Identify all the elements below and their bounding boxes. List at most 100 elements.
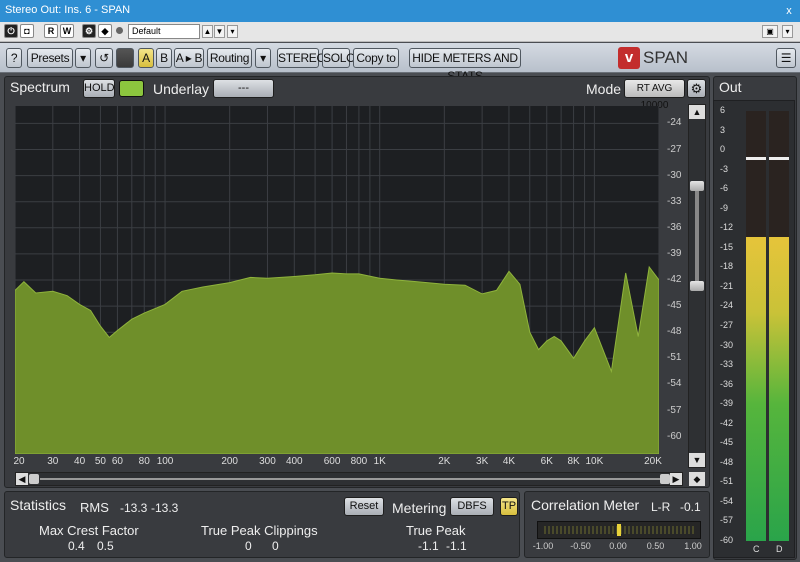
meter-tick-label: -15 bbox=[720, 241, 734, 252]
meter-tick-label: 0 bbox=[720, 144, 726, 155]
next-preset-icon[interactable]: ▼ bbox=[214, 25, 225, 38]
redo-icon[interactable] bbox=[116, 48, 134, 68]
gear-icon[interactable]: ⚙ bbox=[687, 79, 706, 98]
meter-fill-c bbox=[746, 236, 766, 541]
meter-fill-d bbox=[769, 236, 789, 541]
meter-tick-label: -30 bbox=[720, 339, 734, 350]
copy-a-to-b-button[interactable]: A ▸ B bbox=[174, 48, 204, 68]
statistics-label: Statistics bbox=[10, 497, 67, 513]
h-right-handle[interactable] bbox=[660, 474, 670, 484]
true-peak-toggle[interactable]: TP bbox=[500, 497, 518, 516]
scroll-up-icon[interactable]: ▲ bbox=[689, 105, 705, 119]
scroll-left-icon[interactable]: ◀ bbox=[16, 473, 28, 485]
vertical-scrollbar[interactable]: ▲ ▼ bbox=[688, 104, 706, 468]
x-tick-label: 8K bbox=[567, 456, 580, 467]
scroll-right-icon[interactable]: ▶ bbox=[670, 473, 682, 485]
routing-dropdown-icon[interactable]: ▾ bbox=[255, 48, 271, 68]
host-menu-icon[interactable]: ▾ bbox=[782, 25, 793, 38]
true-peak-left-value: -1.1 bbox=[418, 539, 439, 553]
hide-meters-button[interactable]: HIDE METERS AND STATS bbox=[409, 48, 521, 83]
preset-menu-icon[interactable]: ▾ bbox=[227, 25, 238, 38]
x-tick-label: 1K bbox=[373, 456, 386, 467]
channel-c-label: C bbox=[753, 544, 760, 554]
routing-button[interactable]: Routing bbox=[207, 48, 252, 68]
correlation-tick-label: -1.00 bbox=[532, 541, 554, 551]
x-tick-label: 3K bbox=[476, 456, 489, 467]
bypass-icon[interactable]: ◘ bbox=[20, 24, 34, 38]
zoom-reset-icon[interactable]: ◆ bbox=[689, 472, 705, 486]
y-tick-label: -42 bbox=[667, 274, 682, 285]
meter-channel-c bbox=[746, 111, 766, 541]
help-button[interactable]: ? bbox=[6, 48, 22, 68]
spectrum-chart bbox=[15, 106, 659, 454]
meter-tick-label: -54 bbox=[720, 495, 734, 506]
correlation-tick-label: 1.00 bbox=[684, 541, 702, 551]
h-left-handle[interactable] bbox=[29, 474, 39, 484]
y-tick-label: -36 bbox=[667, 221, 682, 233]
settings-icon[interactable]: ⚙ bbox=[82, 24, 96, 38]
x-tick-label: 40 bbox=[74, 456, 86, 467]
product-name: SPAN bbox=[643, 48, 689, 67]
underlay-select[interactable]: --- bbox=[213, 79, 274, 98]
y-tick-label: -54 bbox=[667, 378, 682, 390]
solo-button[interactable]: SOLO bbox=[322, 48, 355, 68]
copy-to-button[interactable]: Copy to bbox=[353, 48, 399, 68]
x-tick-label: 600 bbox=[323, 456, 341, 467]
camera-icon[interactable]: ▣ bbox=[762, 25, 778, 38]
scroll-down-icon[interactable]: ▼ bbox=[689, 453, 705, 467]
correlation-label: Correlation Meter bbox=[531, 497, 640, 513]
hold-button[interactable]: HOLD bbox=[83, 79, 115, 98]
correlation-indicator bbox=[617, 524, 621, 536]
state-a-button[interactable]: A bbox=[138, 48, 154, 68]
status-icon bbox=[116, 27, 123, 34]
metering-select[interactable]: DBFS bbox=[450, 497, 494, 516]
correlation-tick-label: -0.50 bbox=[570, 541, 591, 551]
y-tick-label: -57 bbox=[667, 404, 682, 416]
preset-field[interactable]: Default bbox=[128, 24, 200, 39]
y-tick-label: -48 bbox=[667, 326, 682, 338]
range-top-handle[interactable] bbox=[690, 181, 704, 191]
menu-icon[interactable]: ☰ bbox=[776, 48, 796, 68]
x-tick-label: 80 bbox=[138, 456, 150, 467]
range-bottom-handle[interactable] bbox=[690, 281, 704, 291]
meter-tick-label: -21 bbox=[720, 280, 734, 291]
crest-right-value: 0.5 bbox=[97, 539, 114, 553]
x-tick-label: 100 bbox=[156, 456, 174, 467]
meter-channel-d bbox=[769, 111, 789, 541]
correlation-tick-label: 0.00 bbox=[609, 541, 627, 551]
power-icon[interactable]: ⏻ bbox=[4, 24, 18, 38]
state-b-button[interactable]: B bbox=[156, 48, 172, 68]
meter-tick-label: -60 bbox=[720, 535, 734, 545]
switch-icon[interactable]: ◆ bbox=[98, 24, 112, 38]
mode-select[interactable]: RT AVG 10000 bbox=[624, 79, 685, 111]
hold-indicator[interactable] bbox=[119, 80, 144, 97]
horizontal-scrollbar[interactable]: ◀ ▶ bbox=[15, 472, 683, 486]
lr-value: -0.1 bbox=[680, 500, 701, 514]
meter-tick-label: -24 bbox=[720, 300, 734, 311]
lr-label: L-R bbox=[651, 500, 671, 514]
presets-button[interactable]: Presets bbox=[27, 48, 73, 68]
meter-tick-label: 6 bbox=[720, 105, 726, 115]
y-tick-label: -45 bbox=[667, 300, 682, 312]
spectrum-label: Spectrum bbox=[10, 79, 70, 95]
spectrum-plot[interactable] bbox=[15, 106, 659, 454]
reset-button[interactable]: Reset bbox=[344, 497, 384, 516]
x-tick-label: 30 bbox=[47, 456, 59, 467]
stereo-button[interactable]: STEREO bbox=[277, 48, 326, 68]
read-button[interactable]: R bbox=[44, 24, 58, 38]
prev-preset-icon[interactable]: ▲ bbox=[202, 25, 213, 38]
clippings-left-value: 0 bbox=[245, 539, 252, 553]
meter-tick-label: 3 bbox=[720, 124, 726, 135]
undo-icon[interactable]: ↺ bbox=[95, 48, 113, 68]
spectrum-area bbox=[15, 265, 659, 454]
x-tick-label: 60 bbox=[111, 456, 123, 467]
true-peak-right-value: -1.1 bbox=[446, 539, 467, 553]
presets-dropdown-icon[interactable]: ▾ bbox=[75, 48, 91, 68]
channel-d-label: D bbox=[776, 544, 783, 554]
meter-tick-label: -9 bbox=[720, 202, 729, 213]
meter-tick-label: -45 bbox=[720, 437, 734, 448]
correlation-tick-label: 0.50 bbox=[646, 541, 665, 551]
close-button[interactable]: x bbox=[778, 0, 800, 22]
write-button[interactable]: W bbox=[60, 24, 74, 38]
x-tick-label: 10K bbox=[585, 456, 604, 467]
